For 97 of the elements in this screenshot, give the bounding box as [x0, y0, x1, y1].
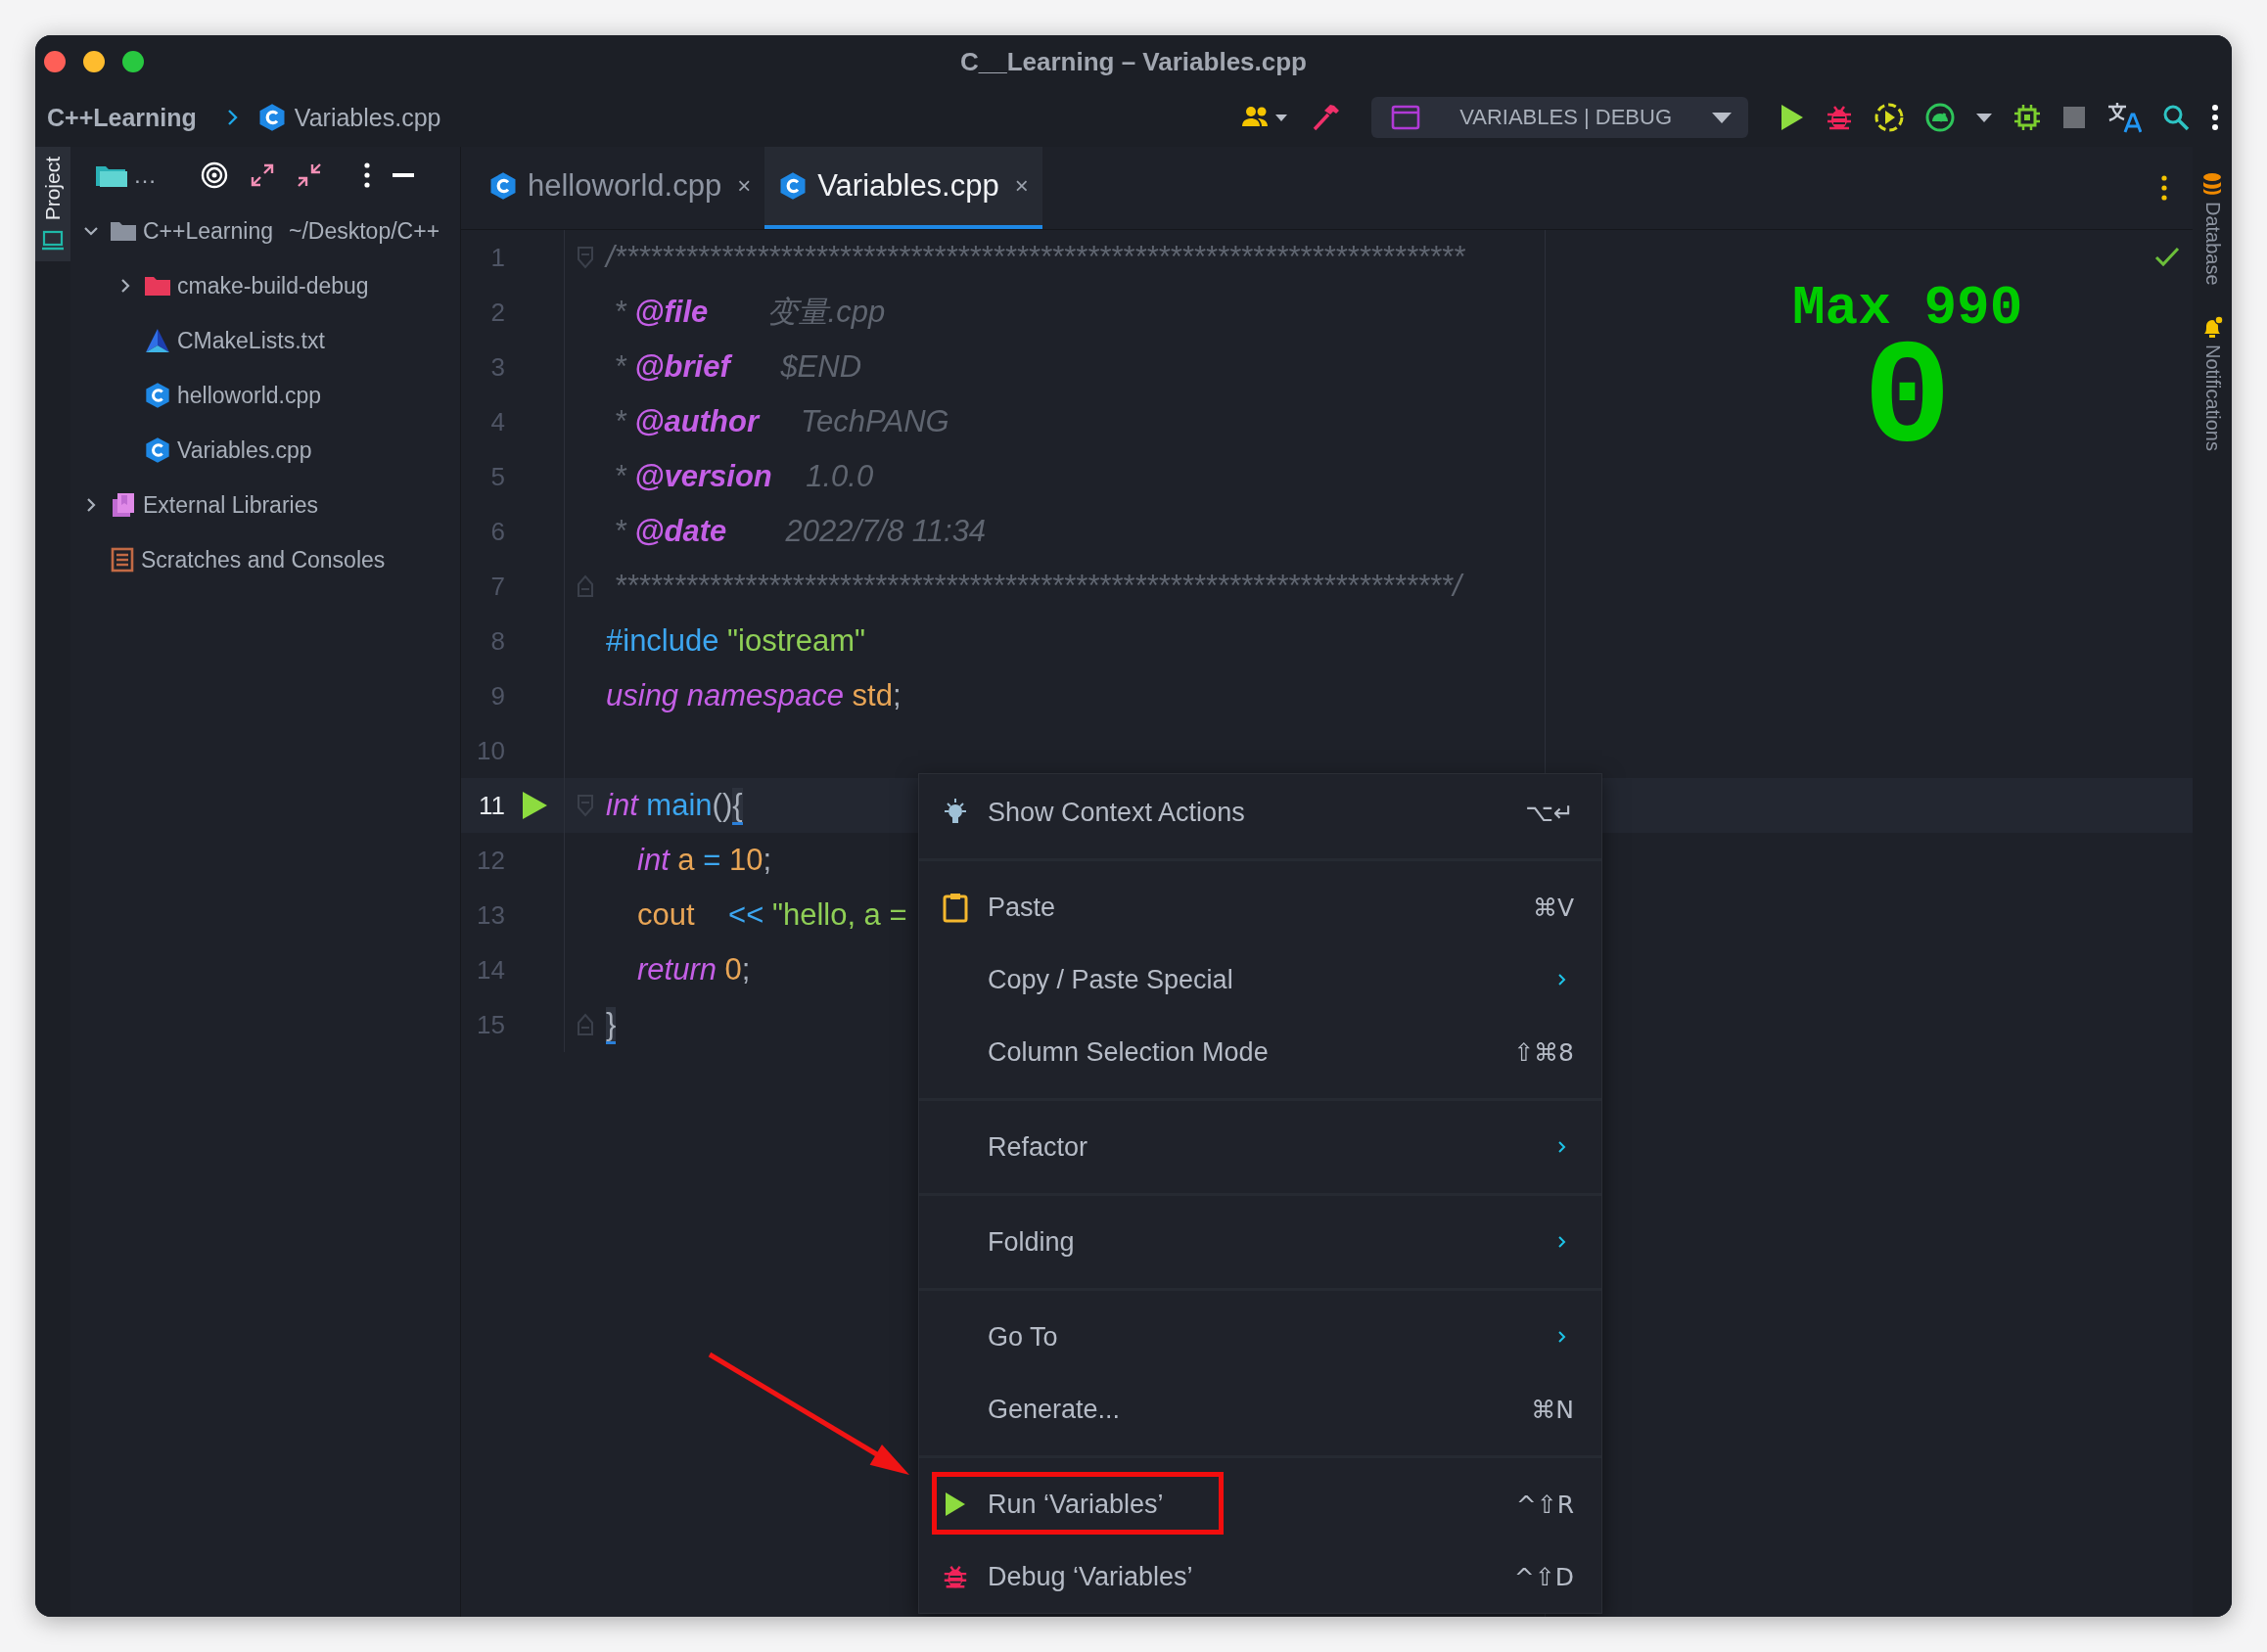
target-icon[interactable] [200, 161, 229, 190]
tree-item[interactable]: helloworld.cpp [70, 368, 460, 423]
cpp-file-icon [778, 171, 809, 201]
translate-icon[interactable] [2106, 101, 2142, 134]
line-number: 6 [489, 516, 505, 547]
close-button[interactable] [44, 51, 66, 72]
folder-icon [110, 219, 137, 243]
shortcut-text: ^⇧D [1513, 1562, 1574, 1591]
tool-window-tab[interactable]: Database [2200, 172, 2224, 286]
close-button[interactable]: × [737, 172, 752, 200]
search-icon[interactable] [2161, 103, 2191, 132]
line-number: 10 [476, 735, 505, 766]
shortcut-text: ⇧⌘8 [1513, 1037, 1574, 1067]
code-line: * @brief $END [613, 349, 862, 385]
line-number: 13 [476, 899, 505, 931]
tree-item[interactable]: External Libraries [70, 478, 460, 532]
folder-icon [144, 274, 171, 298]
line-number: 7 [489, 571, 505, 602]
line-number: 12 [476, 845, 505, 876]
caret-icon[interactable] [1975, 112, 1993, 123]
monitor-icon [41, 230, 65, 252]
line-number: 4 [489, 406, 505, 437]
code-line: int main(){ [606, 788, 743, 823]
menu-item[interactable]: Refactor [919, 1111, 1601, 1183]
run-config-dropdown[interactable]: VARIABLES | DEBUG [1371, 97, 1748, 138]
menu-item[interactable]: Copy / Paste Special [919, 943, 1601, 1016]
breadcrumb-item[interactable]: Variables.cpp [256, 103, 441, 132]
shortcut-text: ⌘V [1532, 893, 1574, 922]
gauge-icon[interactable] [1924, 102, 1956, 133]
line-number: 11 [478, 790, 505, 821]
panel-title[interactable]: … [133, 161, 157, 189]
shortcut-text: ^⇧R [1515, 1490, 1574, 1519]
more-icon[interactable] [362, 161, 372, 189]
code-line: cout << "hello, a = [636, 897, 907, 933]
line-number: 8 [489, 625, 505, 657]
shortcut-text: ⌥↵ [1525, 798, 1574, 827]
code-line: * @date 2022/7/8 11:34 [613, 514, 987, 549]
menu-item[interactable]: Run ‘Variables’ ^⇧R [919, 1468, 1601, 1540]
editor-tab[interactable]: helloworld.cpp × [475, 147, 765, 229]
line-number: 2 [489, 297, 505, 328]
expand-icon[interactable] [249, 161, 276, 189]
code-line: * @version 1.0.0 [613, 459, 874, 494]
tool-window-tab[interactable]: Project [35, 147, 70, 262]
coverage-icon[interactable] [1874, 102, 1905, 133]
menu-item[interactable]: Generate... ⌘N [919, 1373, 1601, 1446]
code-line: * @file 变量.cpp [613, 294, 886, 331]
menu-item[interactable]: Folding [919, 1206, 1601, 1278]
more-icon[interactable] [2210, 103, 2220, 132]
menu-item[interactable]: Debug ‘Variables’ ^⇧D [919, 1540, 1601, 1613]
minimize-button[interactable] [83, 51, 105, 72]
database-icon [2201, 172, 2223, 196]
tree-item[interactable]: C++Learning ~/Desktop/C++ [70, 204, 460, 258]
stop-icon[interactable] [2061, 105, 2087, 130]
cpp-file-icon [144, 436, 171, 464]
line-number: 9 [489, 680, 505, 711]
path-text: ~/Desktop/C++ [289, 217, 440, 245]
line-number: 5 [489, 461, 505, 492]
code-line: using namespace std; [606, 678, 902, 713]
code-line: return 0; [636, 952, 751, 987]
minimize-icon[interactable] [392, 170, 415, 180]
code-line: int a = 10; [636, 843, 772, 878]
code-line: * @author TechPANG [613, 404, 949, 439]
menu-item[interactable]: Go To [919, 1301, 1601, 1373]
clipboard-icon [942, 892, 969, 923]
cpp-file-icon [144, 382, 171, 409]
caret-icon [1711, 111, 1733, 124]
window-icon [1391, 105, 1421, 130]
code-line: #include "iostream" [606, 623, 865, 659]
cpp-file-icon [488, 171, 518, 201]
triangle-icon [144, 327, 171, 354]
chip-icon[interactable] [2013, 103, 2042, 132]
notepad-icon [110, 546, 135, 574]
line-number: 14 [476, 954, 505, 986]
line-number: 1 [489, 242, 505, 273]
menu-item[interactable]: Paste ⌘V [919, 871, 1601, 943]
tree-item[interactable]: cmake-build-debug [70, 258, 460, 313]
code-line: /************************************************************************ [606, 240, 1465, 275]
shortcut-text: ⌘N [1531, 1395, 1574, 1424]
chevron-icon [225, 108, 240, 127]
zoom-button[interactable] [122, 51, 144, 72]
breadcrumb-item[interactable]: C++Learning [47, 103, 197, 132]
tool-window-tab[interactable]: Notifications [2200, 314, 2224, 451]
menu-item[interactable]: Show Context Actions ⌥↵ [919, 776, 1601, 849]
check-icon [2154, 246, 2180, 267]
run-icon[interactable] [520, 790, 549, 821]
editor-tab[interactable]: Variables.cpp × [764, 147, 1042, 229]
menu-item[interactable]: Column Selection Mode ⇧⌘8 [919, 1016, 1601, 1088]
window-title: C__Learning – Variables.cpp [959, 46, 1307, 77]
tree-item[interactable]: Scratches and Consoles [70, 532, 460, 587]
tree-item[interactable]: CMakeLists.txt [70, 313, 460, 368]
books-icon [110, 491, 137, 519]
close-button[interactable]: × [1014, 172, 1029, 200]
line-number: 15 [476, 1009, 505, 1040]
more-icon[interactable] [2159, 174, 2169, 202]
line-number: 3 [489, 351, 505, 383]
collapse-icon[interactable] [296, 161, 323, 189]
tree-item[interactable]: Variables.cpp [70, 423, 460, 478]
